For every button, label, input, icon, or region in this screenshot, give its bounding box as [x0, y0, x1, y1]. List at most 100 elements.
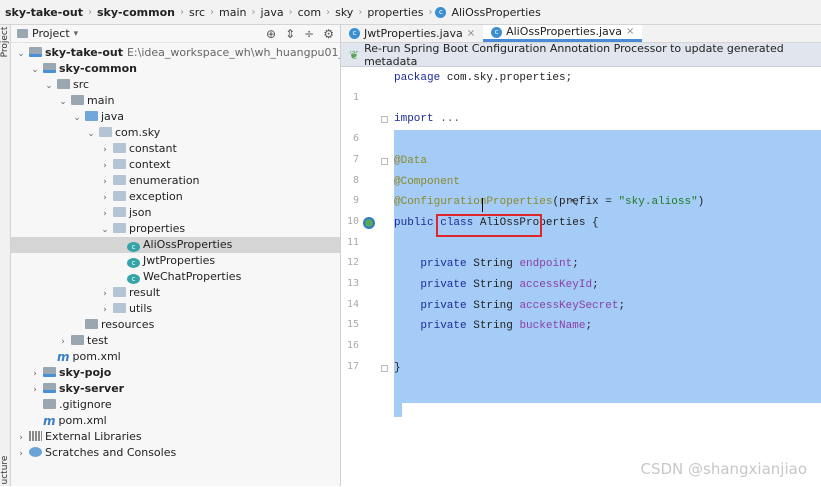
breadcrumb-item[interactable]: properties — [365, 6, 425, 19]
tree-item-label: main — [87, 94, 115, 107]
tree-item-label: json — [129, 206, 152, 219]
tree-item-label: AliOssProperties — [143, 238, 233, 251]
chevron-down-icon[interactable]: ⌄ — [15, 46, 27, 62]
tree-item-label: context — [129, 158, 171, 171]
tree-item-label: com.sky — [115, 126, 161, 139]
chevron-right-icon[interactable]: › — [99, 302, 111, 318]
fold-marker-icon[interactable] — [381, 157, 388, 165]
tree-item[interactable]: m pom.xml — [11, 413, 340, 429]
code-token: com.sky.properties; — [446, 72, 573, 84]
tree-item[interactable]: .gitignore — [11, 397, 340, 413]
line-number: 17 — [346, 360, 359, 372]
breadcrumb-item[interactable]: sky — [333, 6, 355, 19]
breadcrumb-separator-icon: › — [288, 6, 293, 18]
fold-marker-icon[interactable] — [381, 116, 388, 124]
chevron-down-icon[interactable]: ⌄ — [85, 126, 97, 142]
tree-item[interactable]: ⌄ main — [11, 93, 340, 110]
tree-item[interactable]: › Scratches and Consoles — [11, 445, 340, 462]
tree-item[interactable]: resources — [11, 317, 340, 333]
chevron-right-icon[interactable]: › — [57, 334, 69, 350]
notification-banner[interactable]: ❦ Re-run Spring Boot Configuration Annot… — [341, 42, 821, 68]
tree-item[interactable]: › exception — [11, 189, 340, 206]
chevron-right-icon[interactable]: › — [99, 158, 111, 174]
chevron-right-icon[interactable]: › — [29, 382, 41, 398]
tree-item[interactable]: › utils — [11, 301, 340, 318]
code-token: ; — [572, 258, 579, 271]
code-token: ... — [440, 113, 461, 126]
tree-item[interactable]: › sky-pojo — [11, 365, 340, 382]
breadcrumb-item[interactable]: AliOssProperties — [449, 6, 542, 19]
highlight-box — [436, 214, 542, 237]
breadcrumb-item[interactable]: src — [187, 6, 207, 19]
expand-all-icon[interactable]: ÷ — [304, 27, 314, 41]
project-panel-header: Project ▾ ⊕ ⇕ ÷ ⚙ — [11, 25, 340, 43]
chevron-right-icon[interactable]: › — [99, 190, 111, 206]
chevron-right-icon[interactable]: › — [99, 142, 111, 158]
project-tool-tab[interactable]: Project — [0, 25, 10, 59]
tree-item[interactable]: ⌄ properties — [11, 221, 340, 238]
mouse-cursor-icon: ↖ — [569, 195, 580, 209]
collapse-all-icon[interactable]: ⇕ — [285, 27, 295, 41]
code-token: (prefix = — [552, 196, 619, 209]
chevron-right-icon[interactable]: › — [99, 206, 111, 222]
code-area[interactable]: package com.sky.properties; import ... @Da… — [394, 67, 821, 486]
chevron-right-icon[interactable]: › — [99, 174, 111, 190]
chevron-right-icon[interactable]: › — [99, 286, 111, 302]
tree-item-label: .gitignore — [59, 398, 112, 411]
code-token: accessKeyId — [519, 279, 593, 291]
scratch-icon — [29, 447, 42, 457]
breadcrumb-separator-icon: › — [210, 6, 215, 18]
tree-item[interactable]: › External Libraries — [11, 429, 340, 446]
tree-item[interactable]: ⌄ com.sky — [11, 125, 340, 142]
chevron-down-icon[interactable]: ⌄ — [43, 78, 55, 94]
text-caret — [482, 198, 483, 212]
fold-marker-icon[interactable] — [381, 364, 388, 372]
chevron-right-icon[interactable]: › — [29, 366, 41, 382]
code-token: endpoint — [519, 258, 573, 271]
tree-item[interactable]: ⌄ java — [11, 109, 340, 126]
breadcrumb-item[interactable]: main — [217, 6, 248, 19]
tree-item[interactable]: c WeChatProperties — [11, 269, 340, 285]
locate-icon[interactable]: ⊕ — [266, 27, 276, 41]
tree-item[interactable]: › constant — [11, 141, 340, 158]
line-number: 14 — [346, 298, 359, 310]
tree-item[interactable]: › json — [11, 205, 340, 222]
tree-item[interactable]: c JwtProperties — [11, 253, 340, 269]
chevron-down-icon[interactable]: ⌄ — [29, 62, 41, 78]
structure-tool-tab[interactable]: ucture — [0, 453, 10, 487]
editor-tab[interactable]: c JwtProperties.java × — [341, 25, 483, 42]
breadcrumb-item[interactable]: com — [296, 6, 324, 19]
tree-item[interactable]: ⌄ sky-take-out E:\idea_workspace_wh\wh_hua… — [11, 45, 340, 62]
chevron-down-icon[interactable]: ⌄ — [99, 222, 111, 238]
chevron-right-icon[interactable]: › — [15, 446, 27, 462]
tree-item[interactable]: › context — [11, 157, 340, 174]
project-panel: Project ▾ ⊕ ⇕ ÷ ⚙ ⌄ sky-take-out E:\idea_w… — [11, 25, 341, 486]
code-line: private String accessKeyId; — [394, 275, 598, 295]
tree-item[interactable]: › result — [11, 285, 340, 302]
tree-item[interactable]: m pom.xml — [11, 349, 340, 365]
chevron-right-icon[interactable]: › — [15, 430, 27, 446]
breadcrumb-item[interactable]: sky-take-out — [3, 6, 85, 19]
editor-tabs: c JwtProperties.java × c AliOssProperties.ja… — [341, 25, 821, 43]
tree-item[interactable]: › enumeration — [11, 173, 340, 190]
tree-item[interactable]: ⌄ sky-common — [11, 61, 340, 78]
close-icon[interactable]: × — [626, 23, 634, 41]
spring-bean-gutter-icon[interactable] — [363, 216, 375, 229]
breadcrumb-item[interactable]: java — [259, 6, 286, 19]
close-icon[interactable]: × — [467, 25, 475, 43]
chevron-down-icon[interactable]: ⌄ — [57, 94, 69, 110]
tree-item[interactable]: c AliOssProperties — [11, 237, 340, 253]
chevron-down-icon[interactable]: ⌄ — [71, 110, 83, 126]
editor-tab[interactable]: c AliOssProperties.java × — [483, 23, 643, 42]
gear-icon[interactable]: ⚙ — [323, 27, 334, 41]
class-icon: c — [435, 6, 447, 18]
tree-item[interactable]: › sky-server — [11, 381, 340, 398]
breadcrumb-item[interactable]: sky-common — [95, 6, 177, 19]
tree-item[interactable]: ⌄ src — [11, 77, 340, 94]
code-token: @Component — [394, 175, 461, 188]
chevron-down-icon[interactable]: ▾ — [74, 29, 79, 39]
tree-item[interactable]: › test — [11, 333, 340, 350]
project-view-label[interactable]: Project — [32, 27, 70, 40]
class-icon: c — [127, 258, 140, 268]
editor: c JwtProperties.java × c AliOssProperties.ja… — [341, 25, 821, 486]
